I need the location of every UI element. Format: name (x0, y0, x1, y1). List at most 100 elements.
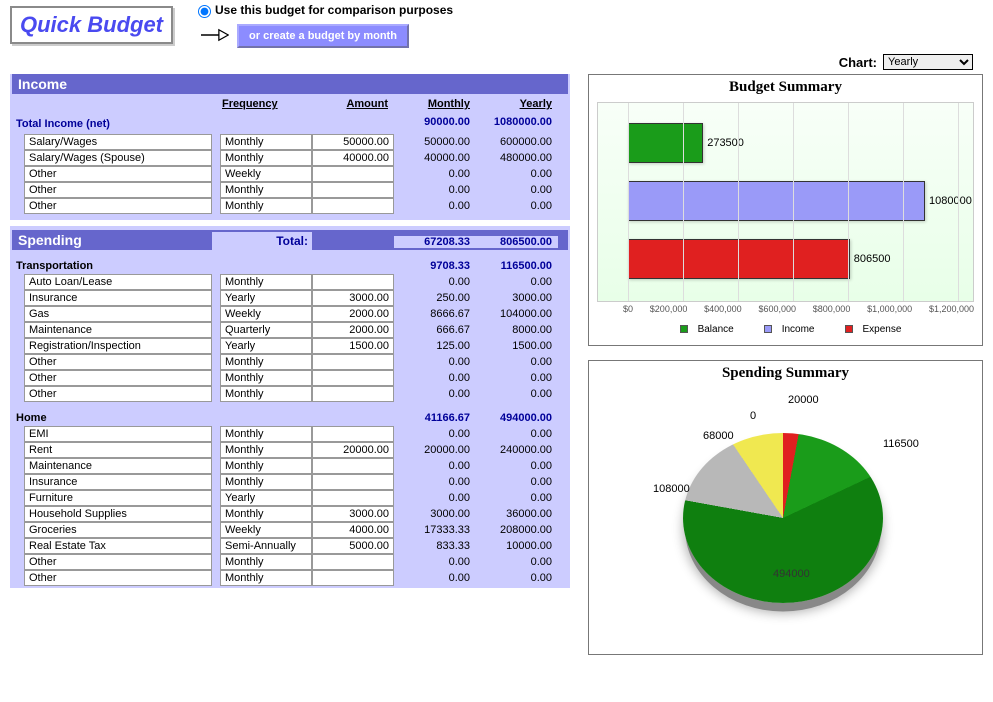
frequency-cell[interactable]: Monthly (220, 386, 312, 402)
frequency-cell[interactable]: Monthly (220, 370, 312, 386)
amount-cell[interactable]: 40000.00 (312, 150, 394, 166)
amount-cell[interactable] (312, 370, 394, 386)
frequency-cell[interactable]: Monthly (220, 134, 312, 150)
row-label[interactable]: Other (24, 554, 212, 570)
frequency-cell[interactable]: Monthly (220, 442, 312, 458)
bar-income (628, 181, 925, 221)
frequency-cell[interactable]: Yearly (220, 490, 312, 506)
frequency-cell[interactable]: Monthly (220, 474, 312, 490)
spending-title: Spending (12, 230, 212, 250)
axis-tick: $400,000 (704, 304, 742, 314)
row-label[interactable]: Other (24, 198, 212, 214)
frequency-cell[interactable]: Quarterly (220, 322, 312, 338)
amount-cell[interactable]: 2000.00 (312, 306, 394, 322)
row-label[interactable]: Other (24, 166, 212, 182)
frequency-cell[interactable]: Weekly (220, 306, 312, 322)
pie-label: 68000 (703, 430, 734, 442)
amount-cell[interactable] (312, 354, 394, 370)
amount-cell[interactable]: 3000.00 (312, 290, 394, 306)
axis-tick: $600,000 (758, 304, 796, 314)
frequency-cell[interactable]: Monthly (220, 274, 312, 290)
frequency-cell[interactable]: Monthly (220, 506, 312, 522)
amount-cell[interactable]: 2000.00 (312, 322, 394, 338)
table-row: Furniture Yearly 0.00 0.00 (12, 490, 568, 506)
frequency-cell[interactable]: Monthly (220, 354, 312, 370)
create-budget-button[interactable]: or create a budget by month (237, 24, 409, 48)
amount-cell[interactable] (312, 426, 394, 442)
yearly-cell: 0.00 (476, 475, 558, 489)
amount-cell[interactable] (312, 386, 394, 402)
row-label[interactable]: Other (24, 570, 212, 586)
row-label[interactable]: Real Estate Tax (24, 538, 212, 554)
amount-cell[interactable]: 1500.00 (312, 338, 394, 354)
frequency-cell[interactable]: Monthly (220, 570, 312, 586)
frequency-cell[interactable]: Monthly (220, 150, 312, 166)
frequency-cell[interactable]: Monthly (220, 458, 312, 474)
pie-label: 494000 (773, 568, 810, 580)
row-label[interactable]: Rent (24, 442, 212, 458)
bar-label: 806500 (854, 253, 891, 265)
col-monthly: Monthly (394, 98, 476, 110)
row-label[interactable]: Gas (24, 306, 212, 322)
amount-cell[interactable] (312, 474, 394, 490)
table-row: Other Monthly 0.00 0.00 (12, 554, 568, 570)
table-row: Maintenance Quarterly 2000.00 666.67 800… (12, 322, 568, 338)
row-label[interactable]: Salary/Wages (Spouse) (24, 150, 212, 166)
frequency-cell[interactable]: Yearly (220, 290, 312, 306)
spending-total-yearly: 806500.00 (476, 236, 558, 248)
amount-cell[interactable] (312, 570, 394, 586)
chart-period-select[interactable]: Yearly (883, 54, 973, 70)
pie-label: 108000 (653, 483, 690, 495)
monthly-cell: 0.00 (394, 555, 476, 569)
row-label[interactable]: Maintenance (24, 322, 212, 338)
row-label[interactable]: Other (24, 182, 212, 198)
legend-item: Expense (835, 324, 902, 335)
frequency-cell[interactable]: Weekly (220, 522, 312, 538)
amount-cell[interactable]: 50000.00 (312, 134, 394, 150)
frequency-cell[interactable]: Monthly (220, 198, 312, 214)
frequency-cell[interactable]: Weekly (220, 166, 312, 182)
row-label[interactable]: Salary/Wages (24, 134, 212, 150)
frequency-cell[interactable]: Yearly (220, 338, 312, 354)
bar-balance (628, 123, 703, 163)
comparison-radio[interactable] (198, 5, 211, 18)
row-label[interactable]: EMI (24, 426, 212, 442)
row-label[interactable]: Groceries (24, 522, 212, 538)
amount-cell[interactable]: 4000.00 (312, 522, 394, 538)
row-label[interactable]: Registration/Inspection (24, 338, 212, 354)
table-row: Other Monthly 0.00 0.00 (12, 354, 568, 370)
spending-panel: Spending Total: 67208.33 806500.00 Trans… (10, 226, 570, 588)
monthly-cell: 0.00 (394, 355, 476, 369)
table-row: Other Weekly 0.00 0.00 (12, 166, 568, 182)
amount-cell[interactable]: 3000.00 (312, 506, 394, 522)
yearly-cell: 3000.00 (476, 291, 558, 305)
row-label[interactable]: Maintenance (24, 458, 212, 474)
chart-selector-label: Chart: (839, 55, 877, 70)
frequency-cell[interactable]: Monthly (220, 426, 312, 442)
row-label[interactable]: Insurance (24, 474, 212, 490)
amount-cell[interactable] (312, 166, 394, 182)
monthly-cell: 0.00 (394, 491, 476, 505)
amount-cell[interactable] (312, 198, 394, 214)
frequency-cell[interactable]: Monthly (220, 554, 312, 570)
row-label[interactable]: Furniture (24, 490, 212, 506)
frequency-cell[interactable]: Monthly (220, 182, 312, 198)
amount-cell[interactable]: 5000.00 (312, 538, 394, 554)
amount-cell[interactable] (312, 274, 394, 290)
row-label[interactable]: Other (24, 386, 212, 402)
frequency-cell[interactable]: Semi-Annually (220, 538, 312, 554)
amount-cell[interactable] (312, 554, 394, 570)
table-row: Insurance Yearly 3000.00 250.00 3000.00 (12, 290, 568, 306)
yearly-cell: 240000.00 (476, 443, 558, 457)
row-label[interactable]: Household Supplies (24, 506, 212, 522)
row-label[interactable]: Other (24, 370, 212, 386)
monthly-cell: 666.67 (394, 323, 476, 337)
row-label[interactable]: Insurance (24, 290, 212, 306)
row-label[interactable]: Auto Loan/Lease (24, 274, 212, 290)
amount-cell[interactable] (312, 182, 394, 198)
amount-cell[interactable] (312, 458, 394, 474)
axis-tick: $1,200,000 (929, 304, 974, 314)
row-label[interactable]: Other (24, 354, 212, 370)
amount-cell[interactable] (312, 490, 394, 506)
amount-cell[interactable]: 20000.00 (312, 442, 394, 458)
